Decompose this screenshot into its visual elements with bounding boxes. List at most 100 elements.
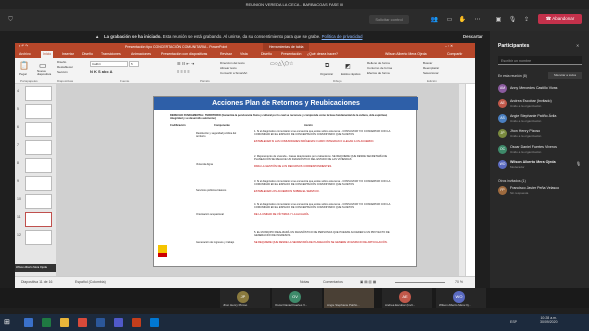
slide-thumbnail[interactable] xyxy=(25,140,52,155)
dismiss-button[interactable]: Descartar xyxy=(463,34,483,39)
tab-layout[interactable]: Presentación xyxy=(281,52,301,56)
tab-view[interactable]: Vista xyxy=(240,52,248,56)
more-icon[interactable]: ⋯ xyxy=(473,16,482,24)
tile-avatar: JP xyxy=(237,291,249,303)
participant-name[interactable]: Jhon Henry Pizoso xyxy=(510,129,540,133)
row-component: Generación de ingresos y trabajo xyxy=(196,241,235,244)
layout-button[interactable]: Diseño xyxy=(57,60,66,64)
align-icons[interactable]: ≡ ≡ ≡ ≡ xyxy=(177,69,190,74)
share-screen-icon[interactable]: ⇪ xyxy=(522,16,531,24)
others-header[interactable]: Otros invitados (1) xyxy=(498,179,526,183)
shape-effects-button[interactable]: Efectos de forma xyxy=(367,71,390,75)
participant-name[interactable]: Francisco Javier Peña Velasco xyxy=(510,186,559,190)
excel-icon[interactable] xyxy=(42,318,51,327)
list-icons[interactable]: ☰ ☷ ⇤ ⇥ xyxy=(177,61,194,66)
mute-all-button[interactable]: Silenciar a todos xyxy=(548,72,582,79)
participant-name[interactable]: Oscar Daniel Fuertes Viveros xyxy=(510,145,557,149)
slide-thumbnail[interactable] xyxy=(25,176,52,191)
windows-start-icon[interactable]: ⊞ xyxy=(4,318,13,327)
chrome-icon[interactable] xyxy=(78,318,87,327)
participant-name[interactable]: Wilson Alberto Mera Ojeda xyxy=(510,160,556,164)
participant-name[interactable]: Andrea Escobar (Invitado) xyxy=(510,99,552,103)
tab-review[interactable]: Revisar xyxy=(220,52,232,56)
slide-thumbnail[interactable] xyxy=(25,194,52,209)
notes-button[interactable]: Notas xyxy=(300,280,309,284)
ppt-ribbon: 📋 Pegar ▭ Nueva diapositiva Diseño Resta… xyxy=(15,58,475,84)
new-slide-button[interactable]: Nueva diapositiva xyxy=(37,69,53,76)
tell-me-search[interactable]: ¿Qué desea hacer? xyxy=(307,52,338,56)
quick-styles-icon[interactable]: ◩ xyxy=(345,63,351,70)
video-tile[interactable]: OV Oscar Daniel Fuertes V... xyxy=(272,288,322,308)
participant-name[interactable]: Anny Mercedes Castillo Vivas xyxy=(510,86,557,90)
find-button[interactable]: Buscar xyxy=(423,61,432,65)
align-text-button[interactable]: Alinear texto xyxy=(220,66,237,70)
video-tile[interactable]: WO Wilson Alberto Mera Oj... xyxy=(436,288,486,308)
clock[interactable]: 10:28 a.m. 30/09/2020 xyxy=(540,316,558,324)
col-header-component: Componente xyxy=(214,124,230,127)
in-meeting-header[interactable]: En esta reunión (8) xyxy=(498,74,527,78)
save-icon[interactable]: ▪ ↶ ↷ xyxy=(19,44,28,48)
vertical-scrollbar[interactable] xyxy=(459,84,465,276)
tab-animations[interactable]: Animaciones xyxy=(131,52,151,56)
tab-transitions[interactable]: Transiciones xyxy=(101,52,121,56)
video-tile[interactable]: Angie Stephanie Patiño... xyxy=(324,288,374,308)
camera-icon[interactable]: ▣ xyxy=(494,16,503,24)
language-indicator[interactable]: ESP xyxy=(510,320,517,324)
mic-off-icon[interactable]: 🎙 xyxy=(508,16,517,24)
people-icon[interactable]: 👥 xyxy=(430,16,439,24)
outlook-icon[interactable] xyxy=(150,318,159,327)
zoom-slider[interactable] xyxy=(395,282,445,283)
slide-thumbnail[interactable] xyxy=(25,86,52,101)
paste-button[interactable]: Pegar xyxy=(19,72,27,76)
request-control-button[interactable]: Solicitar control xyxy=(369,15,409,24)
quick-styles-button[interactable]: Estilos rápidos xyxy=(341,72,361,76)
select-button[interactable]: Seleccionar xyxy=(423,71,439,75)
arrange-icon[interactable]: ⧉ xyxy=(325,63,329,70)
participant-name[interactable]: Angie Stephanie Patiño Ávila xyxy=(510,114,556,118)
video-tiles: JP Jhon Henry Pizoso OV Oscar Daniel Fue… xyxy=(0,288,589,308)
slide-thumbnail[interactable] xyxy=(25,122,52,137)
meeting-toolbar: ⛉ Solicitar control 👥 ▭ ✋ ⋯ ▣ 🎙 ⇪ ☎ Aban… xyxy=(0,9,589,31)
search-input[interactable]: Escribir un nombre xyxy=(498,56,582,65)
privacy-link[interactable]: Política de privacidad xyxy=(322,34,363,39)
slide-thumbnail[interactable] xyxy=(25,158,52,173)
slide-thumbnails: 4 5 6 7 8 9 10 11 12 Wilson Alberto Mera… xyxy=(15,84,56,276)
video-tile[interactable]: JP Jhon Henry Pizoso xyxy=(220,288,270,308)
share-button[interactable]: Compartir xyxy=(447,52,462,56)
tab-design[interactable]: Diseño xyxy=(82,52,93,56)
replace-button[interactable]: Reemplazar xyxy=(423,66,439,70)
chat-icon[interactable]: ▭ xyxy=(445,16,454,24)
view-icons[interactable]: ▣ ▤ ▥ ▦ xyxy=(360,280,376,284)
reactions-icon[interactable]: ✋ xyxy=(458,16,467,24)
tab-slideshow[interactable]: Presentación con diapositivas xyxy=(161,52,207,56)
tab-insert[interactable]: Insertar xyxy=(62,52,74,56)
reset-button[interactable]: Restablecer xyxy=(57,65,73,69)
section-button[interactable]: Sección xyxy=(57,70,68,74)
slide-thumbnail-selected[interactable] xyxy=(25,212,52,227)
comments-button[interactable]: Comentarios xyxy=(323,280,343,284)
tab-table-design[interactable]: Diseño xyxy=(261,52,272,56)
tab-home[interactable]: Inicio xyxy=(41,51,54,58)
smartart-button[interactable]: Convertir a SmartArt xyxy=(220,71,247,75)
window-controls[interactable]: – ▫ ✕ xyxy=(445,44,453,48)
leave-button[interactable]: ☎ Abandonar xyxy=(538,14,582,24)
paste-icon[interactable]: 📋 xyxy=(19,61,29,70)
shapes-gallery[interactable]: ▭○△╲⬠☆ xyxy=(270,61,293,67)
shape-fill-button[interactable]: Relleno de forma xyxy=(367,61,390,65)
teams-icon[interactable] xyxy=(114,318,123,327)
slide-thumbnail[interactable] xyxy=(25,230,52,245)
powerpoint-icon[interactable] xyxy=(132,318,141,327)
tab-file[interactable]: Archivo xyxy=(19,52,31,56)
arrange-button[interactable]: Organizar xyxy=(320,72,333,76)
explorer-icon[interactable] xyxy=(60,318,69,327)
font-format-icons[interactable]: N K S abc A xyxy=(90,69,113,74)
font-select[interactable]: Calibri xyxy=(90,61,128,67)
ie-icon[interactable] xyxy=(24,318,33,327)
word-icon[interactable] xyxy=(96,318,105,327)
font-size-select[interactable]: 5 xyxy=(129,61,139,67)
video-tile[interactable]: AE Andrea Escobar (Invit... xyxy=(382,288,432,308)
text-direction-button[interactable]: Dirección del texto xyxy=(220,61,245,65)
close-icon[interactable]: ✕ xyxy=(576,43,579,48)
shape-outline-button[interactable]: Contorno de forma xyxy=(367,66,392,70)
slide-thumbnail[interactable] xyxy=(25,104,52,119)
